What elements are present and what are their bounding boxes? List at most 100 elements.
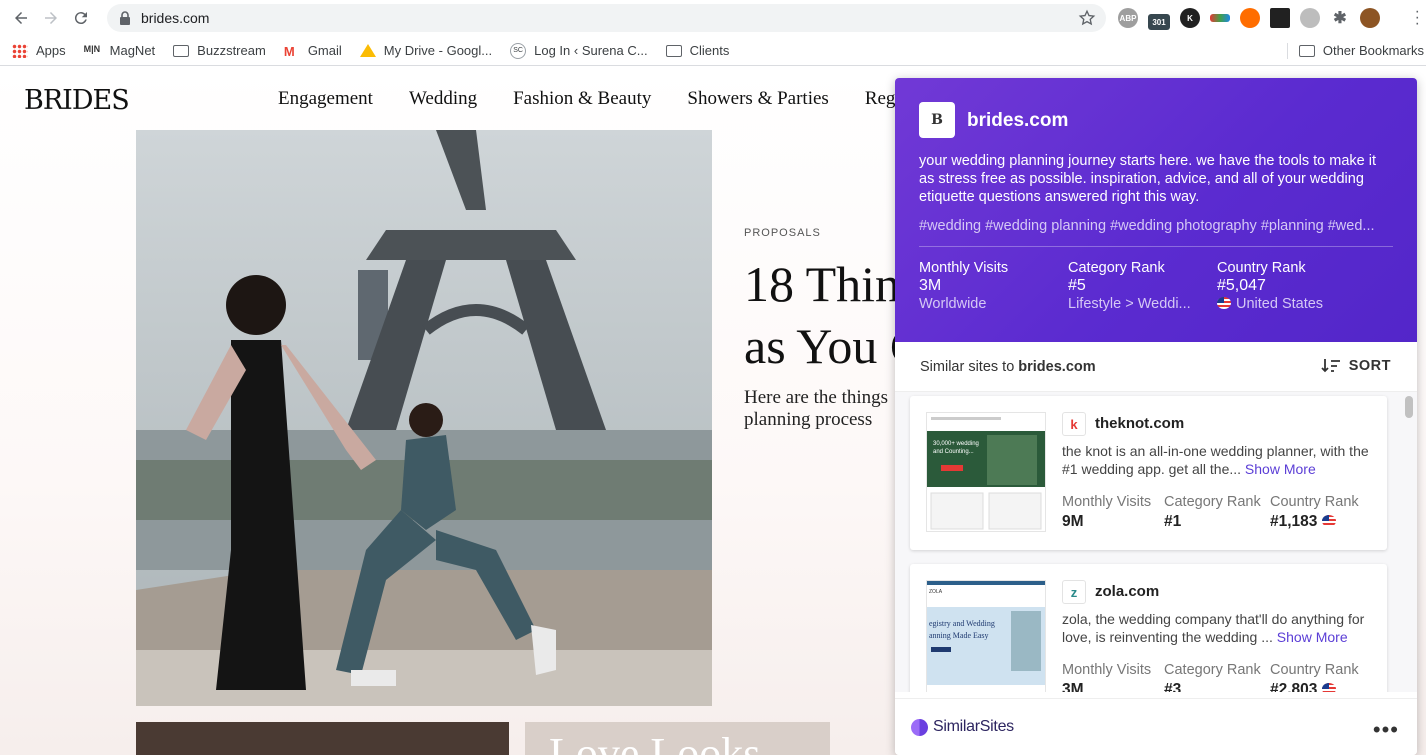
hero-image[interactable] (136, 130, 712, 706)
reload-button[interactable] (66, 3, 96, 33)
profile-avatar[interactable] (1360, 8, 1380, 28)
bookmarks-bar: Apps M|N MagNet Buzzstream M Gmail My Driv… (0, 36, 1426, 66)
site-summary: B brides.com your wedding planning journ… (895, 78, 1417, 342)
bookmark-surena[interactable]: SC Log In ‹ Surena C... (510, 42, 648, 59)
bookmark-star-icon[interactable] (1078, 9, 1096, 27)
monthly-visits-stat: Monthly Visits 3M Worldwide (919, 259, 1008, 313)
sort-label: SORT (1348, 358, 1391, 374)
stat-value: #5,047 (1217, 277, 1266, 294)
theknot-logo-icon: k (1062, 412, 1086, 436)
similar-site-desc: the knot is an all-in-one wedding planne… (1062, 442, 1374, 478)
stat-label: Monthly Visits (1062, 662, 1152, 678)
more-options-icon[interactable]: ••• (1373, 717, 1399, 743)
monthly-visits-stat: Monthly Visits 3M (1062, 660, 1151, 692)
bookmark-gmail[interactable]: M Gmail (283, 43, 342, 59)
apps-grid-icon (12, 43, 28, 58)
extensions-tray: ABP 301 K ✱ (1118, 6, 1380, 30)
zola-logo-icon: z (1062, 580, 1086, 604)
bookmark-buzzstream[interactable]: Buzzstream (173, 43, 266, 58)
stat-value: #5 (1068, 277, 1086, 294)
arrow-left-icon (15, 12, 27, 24)
story-card[interactable] (136, 722, 509, 755)
similar-site-card[interactable]: ZOLA egistry and Wedding anning Made Eas… (910, 564, 1387, 692)
show-more-link[interactable]: Show More (1245, 461, 1316, 477)
us-flag-icon (1217, 297, 1231, 309)
nav-fashion-beauty[interactable]: Fashion & Beauty (513, 88, 651, 110)
folder-icon (1298, 44, 1315, 57)
sort-icon (1321, 359, 1340, 373)
stat-label: Monthly Visits (1062, 494, 1152, 510)
similar-prefix: Similar sites to (920, 358, 1015, 375)
divider (919, 246, 1393, 247)
similarsites-popup: B brides.com your wedding planning journ… (895, 78, 1417, 755)
thumb-text: 30,000+ wedding (933, 441, 979, 447)
similar-site-name[interactable]: theknot.com (1095, 415, 1184, 432)
bookmark-clients[interactable]: Clients (665, 43, 729, 58)
country-rank-stat: Country Rank #1,183 (1270, 492, 1359, 532)
site-description: your wedding planning journey starts her… (919, 153, 1377, 205)
redirect-extension-icon[interactable]: 301 (1148, 14, 1170, 30)
stat-label: Category Rank (1164, 494, 1261, 510)
flag-extension-icon[interactable] (1270, 8, 1290, 28)
adblock-extension-icon[interactable]: ABP (1118, 8, 1138, 28)
fire-extension-icon[interactable] (1240, 8, 1260, 28)
stat-label: Country Rank (1217, 260, 1306, 276)
category-rank-stat: Category Rank #5 Lifestyle > Weddi... (1068, 259, 1191, 313)
k-extension-icon[interactable]: K (1180, 8, 1200, 28)
story-card-title: Love Looks (549, 729, 761, 755)
rainbow-extension-icon[interactable] (1210, 14, 1230, 22)
stat-value: #2,803 (1270, 680, 1359, 692)
thumb-text: anning Made Easy (929, 631, 989, 640)
show-more-link[interactable]: Show More (1277, 629, 1348, 645)
forward-button[interactable] (36, 3, 66, 33)
folder-icon (173, 44, 190, 57)
address-bar[interactable]: brides.com (107, 4, 1106, 32)
bookmark-drive[interactable]: My Drive - Googl... (359, 43, 492, 58)
stat-sub: Worldwide (919, 296, 987, 312)
gray-extension-icon[interactable] (1300, 8, 1320, 28)
thumb-text: ZOLA (929, 589, 943, 595)
stat-value: #1,183 (1270, 512, 1359, 532)
gmail-icon: M (283, 43, 295, 59)
similarsites-brand[interactable]: SimilarSites (933, 718, 1014, 736)
puzzle-icon[interactable]: ✱ (1330, 8, 1350, 28)
similar-domain: brides.com (1018, 358, 1096, 375)
browser-menu-icon[interactable]: · · · (1415, 4, 1420, 32)
sort-button[interactable]: SORT (1321, 358, 1391, 374)
stat-value: 3M (919, 277, 942, 294)
scrollbar[interactable] (1405, 396, 1413, 418)
brides-logo[interactable]: BRIDES (24, 85, 130, 116)
thumb-text: and Counting... (933, 449, 974, 455)
similar-site-card[interactable]: 30,000+ wedding and Counting... k thekno… (910, 396, 1387, 550)
site-nav: Engagement Wedding Fashion & Beauty Show… (278, 88, 913, 110)
url-text: brides.com (141, 10, 210, 26)
theknot-screenshot: 30,000+ wedding and Counting... (927, 413, 1045, 531)
popup-footer: SimilarSites ••• (895, 698, 1417, 755)
category-rank-stat: Category Rank #3 (1164, 660, 1261, 692)
similarsites-logo-icon (911, 718, 928, 736)
back-button[interactable] (6, 3, 36, 33)
stat-value: 3M (1062, 681, 1084, 692)
bookmark-magnet[interactable]: M|N MagNet (84, 43, 156, 58)
similar-sites-list[interactable]: 30,000+ wedding and Counting... k thekno… (895, 392, 1417, 692)
nav-engagement[interactable]: Engagement (278, 88, 373, 110)
bookmark-apps[interactable]: Apps (12, 43, 66, 58)
stat-label: Country Rank (1270, 494, 1359, 510)
bookmarks-divider (1287, 43, 1288, 59)
browser-toolbar: brides.com ABP 301 K ✱ · · · (0, 0, 1426, 36)
nav-wedding[interactable]: Wedding (409, 88, 477, 110)
stat-value: #3 (1164, 681, 1182, 692)
other-bookmarks[interactable]: Other Bookmarks (1298, 43, 1424, 58)
folder-icon (665, 44, 682, 57)
similar-site-desc: zola, the wedding company that'll do any… (1062, 610, 1374, 646)
site-domain[interactable]: brides.com (967, 110, 1068, 132)
category-rank-stat: Category Rank #1 (1164, 492, 1261, 532)
stat-label: Category Rank (1164, 662, 1261, 678)
stat-label: Category Rank (1068, 260, 1165, 276)
stat-label: Monthly Visits (919, 260, 1009, 276)
nav-showers-parties[interactable]: Showers & Parties (687, 88, 828, 110)
stat-sub: Lifestyle > Weddi... (1068, 296, 1191, 312)
similar-site-name[interactable]: zola.com (1095, 583, 1159, 600)
story-card[interactable]: Love Looks (525, 722, 830, 755)
monthly-visits-stat: Monthly Visits 9M (1062, 492, 1151, 532)
